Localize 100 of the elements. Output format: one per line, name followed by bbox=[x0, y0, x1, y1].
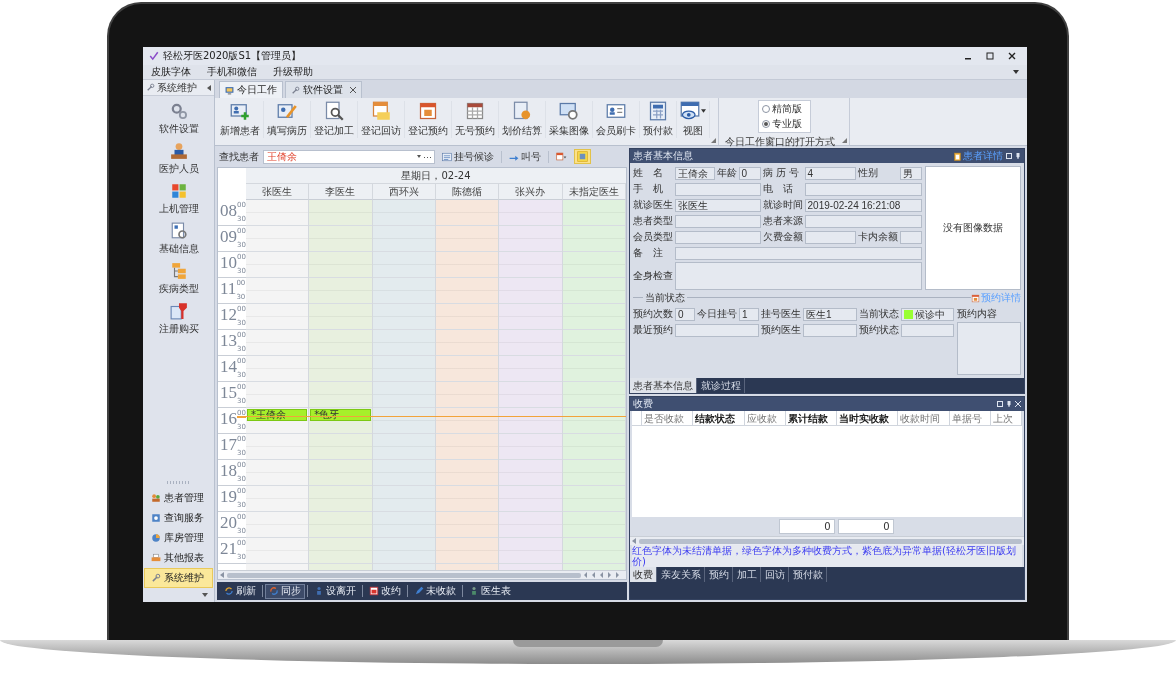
tab[interactable]: 今日工作 bbox=[219, 81, 283, 98]
collapse-icon[interactable] bbox=[207, 84, 211, 91]
menu-item[interactable]: 手机和微信 bbox=[207, 65, 257, 79]
toolbar-button[interactable]: 医生表 bbox=[465, 583, 515, 599]
close-icon[interactable] bbox=[1008, 52, 1016, 60]
nav-item[interactable]: 其他报表 bbox=[144, 548, 213, 568]
text-field[interactable] bbox=[900, 230, 922, 244]
scrollbar-thumb[interactable] bbox=[639, 538, 1022, 544]
toolbar-button[interactable]: 叫号 bbox=[506, 149, 544, 164]
column-header[interactable]: 结款状态 bbox=[693, 411, 745, 425]
column-header[interactable]: 单据号 bbox=[949, 411, 991, 425]
sidebar-item[interactable]: 基础信息 bbox=[158, 222, 199, 256]
nav-item[interactable]: 系统维护 bbox=[144, 568, 213, 588]
nav-item[interactable]: 患者管理 bbox=[144, 488, 213, 508]
scroll-left-icon[interactable] bbox=[632, 538, 636, 544]
text-field[interactable]: 0 bbox=[675, 307, 695, 321]
column-header[interactable]: 收款时间 bbox=[898, 411, 950, 425]
text-field[interactable]: 0 bbox=[738, 166, 761, 180]
nav-item[interactable]: 库房管理 bbox=[144, 528, 213, 548]
toolbar-button[interactable]: 填写病历 bbox=[264, 101, 311, 138]
caret-icon[interactable] bbox=[1013, 70, 1019, 74]
radio-label[interactable]: 精简版 bbox=[771, 102, 802, 116]
close-icon[interactable] bbox=[350, 87, 356, 93]
tab[interactable]: 软件设置 bbox=[285, 81, 362, 98]
text-field[interactable]: 王倚余 bbox=[675, 166, 715, 180]
toolbar-button[interactable]: 设离开 bbox=[310, 583, 360, 599]
tab[interactable]: 加工 bbox=[734, 567, 761, 582]
scrollbar[interactable] bbox=[630, 536, 1024, 545]
search-field[interactable]: 王倚余 bbox=[263, 149, 435, 164]
text-field[interactable] bbox=[675, 182, 761, 196]
radio-button[interactable] bbox=[761, 105, 770, 113]
toolbar-button[interactable]: 新增患者 bbox=[217, 101, 264, 138]
tab[interactable]: 患者基本信息 bbox=[630, 378, 697, 393]
toolbar-button[interactable]: 挂号候诊 bbox=[439, 149, 497, 164]
sidebar-item[interactable]: 软件设置 bbox=[158, 102, 199, 136]
tab[interactable]: 收费 bbox=[630, 567, 657, 582]
sidebar-item[interactable]: 医护人员 bbox=[158, 142, 199, 176]
tab[interactable]: 亲友关系 bbox=[658, 567, 705, 582]
tab[interactable]: 预付款 bbox=[790, 567, 827, 582]
restore-icon[interactable] bbox=[1006, 153, 1012, 159]
text-field[interactable] bbox=[804, 214, 922, 228]
text-field[interactable] bbox=[804, 230, 856, 244]
nav-item[interactable]: 查询服务 bbox=[144, 508, 213, 528]
radio-button[interactable] bbox=[761, 120, 770, 128]
column-header[interactable]: 累计结款 bbox=[785, 411, 837, 425]
tab[interactable]: 就诊过程 bbox=[698, 378, 745, 393]
text-field[interactable]: 男 bbox=[900, 166, 922, 180]
toolbar-button[interactable]: 刷新 bbox=[220, 583, 260, 599]
scrollbar[interactable] bbox=[218, 570, 626, 579]
text-area[interactable] bbox=[957, 322, 1021, 375]
text-field[interactable]: 候诊中 bbox=[900, 307, 954, 321]
toolbar-button[interactable]: 预付款 bbox=[640, 101, 677, 138]
toolbar-button[interactable]: 采集图像 bbox=[546, 101, 593, 138]
icon-button[interactable] bbox=[574, 149, 591, 164]
text-area[interactable] bbox=[675, 262, 922, 290]
toolbar-button[interactable]: 会员刷卡 bbox=[593, 101, 640, 138]
text-field[interactable] bbox=[675, 230, 761, 244]
dialog-launcher-icon[interactable] bbox=[711, 138, 716, 143]
dialog-launcher-icon[interactable] bbox=[842, 138, 847, 143]
toolbar-button[interactable]: 登记回访 bbox=[358, 101, 405, 138]
restore-icon[interactable] bbox=[997, 401, 1003, 407]
text-field[interactable]: 4 bbox=[804, 166, 856, 180]
column-header[interactable]: 当时实收款 bbox=[837, 411, 899, 425]
text-field[interactable] bbox=[675, 246, 922, 260]
maximize-icon[interactable] bbox=[986, 52, 994, 60]
text-field[interactable]: 医生1 bbox=[803, 307, 857, 321]
scroll-left-icon[interactable] bbox=[220, 572, 224, 578]
toolbar-button[interactable]: 改约 bbox=[365, 583, 405, 599]
column-header[interactable]: 上次 bbox=[990, 411, 1022, 425]
menu-item[interactable]: 升级帮助 bbox=[273, 65, 313, 79]
text-field[interactable] bbox=[675, 323, 759, 337]
menu-item[interactable]: 皮肤字体 bbox=[151, 65, 191, 79]
text-field[interactable]: 1 bbox=[739, 307, 759, 321]
toolbar-button[interactable]: 同步 bbox=[265, 583, 305, 599]
splitter-grip[interactable] bbox=[166, 481, 191, 484]
tab[interactable]: 回访 bbox=[762, 567, 789, 582]
text-field[interactable]: 2019-02-24 16:21:08 bbox=[804, 198, 922, 212]
pin-icon[interactable] bbox=[1006, 401, 1012, 407]
toolbar-button[interactable]: 未收款 bbox=[410, 583, 460, 599]
dropdown-icon[interactable] bbox=[417, 154, 431, 159]
caret-icon[interactable] bbox=[202, 593, 208, 597]
toolbar-button[interactable]: 无号预约 bbox=[452, 101, 499, 138]
sidebar-item[interactable]: 上机管理 bbox=[158, 182, 199, 216]
pin-icon[interactable] bbox=[1015, 153, 1021, 159]
toolbar-button[interactable]: 划价结算 bbox=[499, 101, 546, 138]
text-field[interactable] bbox=[900, 323, 954, 337]
text-field[interactable] bbox=[675, 214, 761, 228]
toolbar-button[interactable]: 视图 bbox=[677, 101, 710, 138]
text-field[interactable]: 张医生 bbox=[675, 198, 761, 212]
radio-label[interactable]: 专业版 bbox=[771, 117, 802, 131]
scrollbar-thumb[interactable] bbox=[227, 572, 581, 578]
column-header[interactable]: 应收款 bbox=[744, 411, 786, 425]
text-field[interactable] bbox=[804, 182, 922, 196]
sidebar-item[interactable]: 疾病类型 bbox=[158, 262, 199, 296]
text-field[interactable] bbox=[803, 323, 857, 337]
sidebar-item[interactable]: 注册购买 bbox=[158, 302, 199, 336]
toolbar-button[interactable]: 登记预约 bbox=[405, 101, 452, 138]
column-header[interactable]: 是否收款 bbox=[642, 411, 694, 425]
tab[interactable]: 预约 bbox=[706, 567, 733, 582]
toolbar-button[interactable]: 登记加工 bbox=[311, 101, 358, 138]
